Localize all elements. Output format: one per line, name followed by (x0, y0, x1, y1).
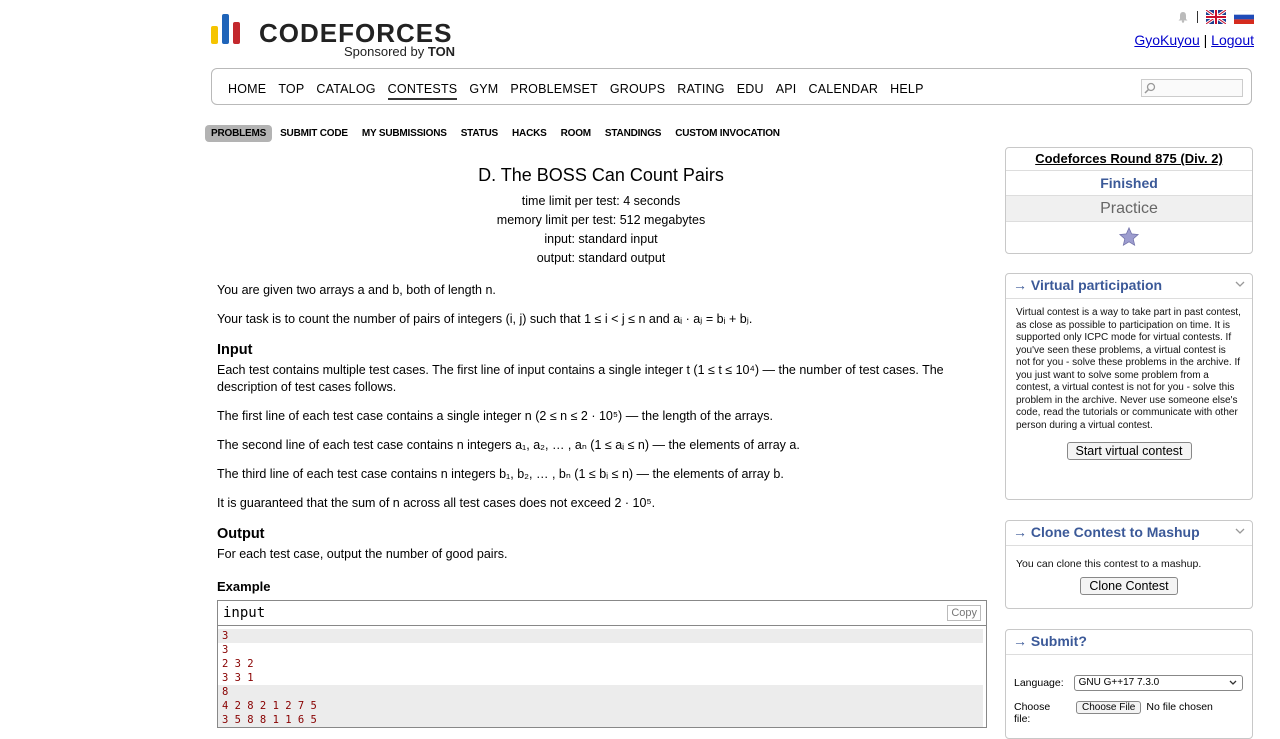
sponsor-name: TON (427, 44, 456, 59)
menu-item-top[interactable]: TOP (278, 82, 304, 100)
menu-item-groups[interactable]: GROUPS (610, 82, 665, 100)
round-info-box: Codeforces Round 875 (Div. 2) Finished P… (1005, 147, 1253, 254)
input-paragraph: The third line of each test case contain… (217, 467, 784, 481)
sample-input-header: input Copy (218, 601, 986, 626)
sponsor-line: Sponsored by TON (344, 44, 455, 59)
sponsor-prefix: Sponsored by (344, 44, 425, 59)
menu-item-catalog[interactable]: CATALOG (316, 82, 375, 100)
virtual-participation-heading[interactable]: → Virtual participation (1006, 274, 1252, 299)
submenu-room[interactable]: ROOM (555, 125, 597, 142)
sample-input-body[interactable]: 3 3 2 3 2 3 3 1 8 4 2 8 2 1 2 7 5 3 5 8 … (218, 626, 986, 727)
menu-item-rating[interactable]: RATING (677, 82, 725, 100)
russia-flag-icon[interactable] (1234, 10, 1254, 24)
clone-contest-heading[interactable]: → Clone Contest to Mashup (1006, 521, 1252, 546)
clone-heading-text: → Clone Contest to Mashup (1013, 524, 1200, 540)
uk-flag-icon[interactable] (1206, 10, 1226, 24)
input-paragraph: Each test contains multiple test cases. … (217, 363, 944, 394)
submit-box: → Submit? Language: GNU G++17 7.3.0 Choo… (1005, 629, 1253, 739)
username-link[interactable]: GyoKuyou (1134, 32, 1199, 48)
chevron-down-icon (1229, 680, 1237, 685)
example-heading: Example (217, 579, 271, 594)
sample-line: 2 3 2 (222, 658, 254, 670)
link-separator: | (1203, 32, 1208, 48)
search-input[interactable] (1141, 79, 1243, 97)
sample-line: 3 3 1 (222, 672, 254, 684)
sample-line: 3 (222, 644, 229, 656)
statement-paragraph: You are given two arrays a and b, both o… (217, 283, 496, 297)
round-title-row: Codeforces Round 875 (Div. 2) (1006, 148, 1252, 171)
clone-contest-box: → Clone Contest to Mashup You can clone … (1005, 520, 1253, 609)
time-limit: time limit per test: 4 seconds (521, 194, 681, 208)
menu-item-problemset[interactable]: PROBLEMSET (510, 82, 597, 100)
problem-limits: time limit per test: 4 seconds memory li… (217, 192, 985, 268)
sample-line: 3 (218, 629, 983, 643)
sample-input-box: input Copy 3 3 2 3 2 3 3 1 8 4 2 8 2 1 2… (217, 600, 987, 728)
chevron-down-icon[interactable] (1234, 279, 1246, 289)
clone-contest-button[interactable]: Clone Contest (1080, 576, 1178, 595)
sample-line: 8 (218, 685, 983, 699)
submenu-custom-invocation[interactable]: CUSTOM INVOCATION (669, 125, 786, 142)
output-paragraph: For each test case, output the number of… (217, 547, 508, 561)
input-paragraph: It is guaranteed that the sum of n acros… (217, 496, 656, 510)
sample-line: 4 2 8 2 1 2 7 5 (218, 699, 983, 713)
submenu-my-submissions[interactable]: MY SUBMISSIONS (356, 125, 453, 142)
codeforces-logo[interactable]: CODEFORCES Sponsored by TON (211, 14, 471, 60)
menu-item-help[interactable]: HELP (890, 82, 923, 100)
submenu-hacks[interactable]: HACKS (506, 125, 553, 142)
submenu-status[interactable]: STATUS (455, 125, 504, 142)
no-file-chosen: No file chosen (1146, 701, 1213, 713)
menu-item-gym[interactable]: GYM (469, 82, 498, 100)
problem-statement: D. The BOSS Can Count Pairs time limit p… (217, 148, 987, 728)
language-label: Language: (1014, 677, 1064, 689)
sample-line: 3 5 8 8 1 1 6 5 (218, 713, 983, 727)
virtual-heading-text: → Virtual participation (1013, 277, 1163, 293)
sample-input-label: input (223, 605, 266, 621)
language-select-value: GNU G++17 7.3.0 (1078, 677, 1160, 688)
virtual-description: Virtual contest is a way to take part in… (1016, 307, 1241, 431)
submenu-submit-code[interactable]: SUBMIT CODE (274, 125, 354, 142)
favourite-star[interactable] (1006, 222, 1252, 252)
submenu-problems[interactable]: PROBLEMS (205, 125, 273, 142)
memory-limit: memory limit per test: 512 megabytes (496, 213, 706, 227)
star-icon[interactable] (1118, 226, 1140, 248)
input-heading: Input (217, 342, 253, 358)
choose-file-label: Choose file: (1014, 701, 1051, 725)
problem-title: D. The BOSS Can Count Pairs (478, 165, 724, 185)
practice-label: Practice (1006, 196, 1252, 222)
submit-heading: → Submit? (1006, 630, 1252, 655)
menu-item-edu[interactable]: EDU (737, 82, 764, 100)
icon-separator (1197, 11, 1198, 23)
virtual-participation-box: → Virtual participation Virtual contest … (1005, 273, 1253, 500)
choose-file-button[interactable]: Choose File (1076, 701, 1142, 714)
output-heading: Output (217, 526, 265, 542)
clone-description: You can clone this contest to a mashup. (1016, 558, 1202, 570)
menu-item-contests[interactable]: CONTESTS (387, 82, 458, 100)
copy-button[interactable]: Copy (947, 605, 981, 621)
round-title-link[interactable]: Codeforces Round 875 (Div. 2) (1035, 151, 1223, 166)
input-source: input: standard input (544, 232, 658, 246)
chevron-down-icon[interactable] (1234, 526, 1246, 536)
search-icon (1144, 82, 1156, 94)
header-user-area: GyoKuyou | Logout (1134, 8, 1254, 48)
start-virtual-contest-button[interactable]: Start virtual contest (1066, 442, 1192, 460)
input-paragraph: The first line of each test case contain… (217, 409, 773, 423)
menu-item-api[interactable]: API (776, 82, 797, 100)
menu-item-calendar[interactable]: CALENDAR (808, 82, 878, 100)
input-paragraph: The second line of each test case contai… (217, 438, 800, 452)
menu-item-home[interactable]: HOME (228, 82, 266, 100)
logout-link[interactable]: Logout (1211, 32, 1254, 48)
output-target: output: standard output (536, 251, 666, 265)
bell-icon[interactable] (1177, 11, 1189, 23)
submenu-standings[interactable]: STANDINGS (599, 125, 667, 142)
contest-submenu: PROBLEMS SUBMIT CODE MY SUBMISSIONS STAT… (205, 125, 788, 142)
statement-paragraph: Your task is to count the number of pair… (217, 312, 753, 326)
round-status: Finished (1006, 171, 1252, 196)
main-menu: HOME TOP CATALOG CONTESTS GYM PROBLEMSET… (211, 68, 1252, 105)
language-select[interactable]: GNU G++17 7.3.0 (1073, 675, 1243, 691)
